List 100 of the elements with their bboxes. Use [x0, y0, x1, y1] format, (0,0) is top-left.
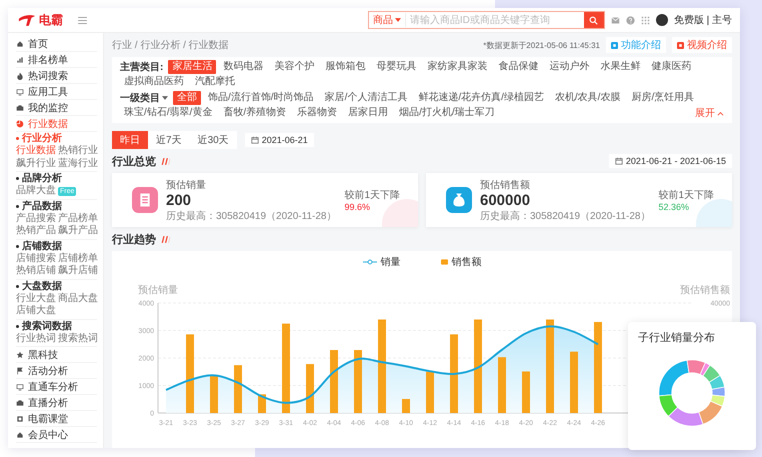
search-button[interactable] — [584, 12, 604, 28]
account-name[interactable]: 免费版 | 主号 — [674, 13, 732, 27]
filter-option[interactable]: 厨房/烹饪用具 — [627, 91, 698, 105]
sidebar-link[interactable]: 飙升行业 — [16, 158, 56, 170]
filter-option[interactable]: 乐器物资 — [293, 106, 342, 120]
sidebar-link[interactable]: 飙升店铺 — [58, 265, 98, 278]
grid-icon[interactable] — [640, 16, 650, 24]
filter-option[interactable]: 美容个护 — [270, 60, 318, 74]
section-heading[interactable]: 店铺数据 — [16, 240, 97, 252]
filter-option[interactable]: 虚拟商品医药 — [120, 75, 188, 89]
sidebar-item[interactable]: 黑科技 — [16, 347, 97, 363]
document-icon — [132, 187, 158, 213]
sidebar-link[interactable]: 行业热词 — [16, 332, 56, 345]
sidebar-link[interactable]: 产品搜索 — [16, 212, 56, 225]
filter-option[interactable]: 烟品/打火机/瑞士军刀 — [395, 106, 499, 120]
section-heading[interactable]: 行业分析 — [16, 132, 97, 145]
sidebar-item[interactable]: 直通车分析 — [16, 379, 97, 395]
period-tab[interactable]: 近7天 — [148, 131, 190, 149]
sidebar-item[interactable]: 排名榜单 — [16, 52, 97, 68]
sidebar-link[interactable]: 店铺搜索 — [16, 252, 56, 265]
sidebar-item[interactable]: 直播分析 — [16, 395, 97, 411]
filter-option[interactable]: 汽配摩托 — [191, 75, 239, 89]
filter-option[interactable]: 家居生活 — [168, 60, 216, 74]
info-icon — [611, 42, 618, 48]
sidebar-link[interactable]: 搜索热词 — [58, 332, 98, 345]
avatar[interactable] — [656, 14, 668, 26]
filter-option[interactable]: 畜牧/养殖物资 — [219, 106, 290, 120]
sidebar-link[interactable]: 行业数据 — [16, 145, 56, 158]
monitor-icon — [16, 88, 24, 96]
legend-label: 销量 — [380, 256, 400, 269]
filter-option[interactable]: 水果生鲜 — [596, 60, 644, 74]
filter-option[interactable]: 数码电器 — [219, 60, 268, 74]
period-tab[interactable]: 昨日 — [112, 131, 148, 149]
pie-chart-icon — [16, 120, 24, 128]
filter-option[interactable]: 居家日用 — [344, 106, 392, 120]
bar — [570, 352, 578, 413]
sidebar-item[interactable]: 我的监控 — [16, 100, 97, 116]
sidebar-link[interactable]: 热销店铺 — [16, 265, 56, 278]
section-heading[interactable]: 搜索词数据 — [16, 320, 97, 332]
section-heading[interactable]: 产品数据 — [16, 200, 97, 212]
sidebar-link[interactable]: 店铺榜单 — [58, 252, 98, 265]
sidebar-link[interactable]: 行业大盘 — [16, 292, 56, 305]
filter-option[interactable]: 家居/个人清洁工具 — [320, 91, 412, 105]
filter-option[interactable]: 全部 — [173, 91, 201, 105]
sidebar-link[interactable]: 热销行业 — [58, 145, 98, 158]
record-text: 历史最高：305820419（2020-11-28） — [480, 210, 650, 222]
donut-drawing — [658, 360, 726, 426]
help-icon[interactable] — [626, 16, 635, 24]
filter-option[interactable]: 鲜花速递/花卉仿真/绿植园艺 — [414, 91, 548, 105]
flag-icon — [16, 366, 24, 374]
filter-option[interactable]: 家纺家具家装 — [423, 60, 492, 74]
filter-dropdown[interactable]: 一级类目 — [120, 91, 168, 105]
filter-option[interactable]: 运动户外 — [545, 60, 594, 74]
stat-value: 600000 — [480, 192, 532, 208]
stat-label: 预估销售额 — [480, 178, 531, 192]
sidebar-item[interactable]: 行业数据 — [16, 116, 97, 132]
section-title: 行业总览 — [112, 154, 156, 168]
money-bag-icon — [446, 187, 472, 213]
section-heading[interactable]: 品牌分析 — [16, 172, 97, 185]
filter-option[interactable]: 健康医药 — [647, 60, 696, 74]
filter-option[interactable]: 珠宝/钻石/翡翠/黄金 — [120, 106, 216, 120]
sidebar-link[interactable]: 蓝海行业 — [58, 158, 98, 170]
sidebar-link[interactable]: 品牌大盘 — [16, 185, 56, 198]
search-field[interactable]: 商品 请输入商品ID或商品关键字查询 — [368, 11, 605, 29]
bar — [234, 365, 242, 413]
menu-icon[interactable] — [78, 16, 87, 24]
sidebar-item[interactable]: 首页 — [16, 36, 97, 52]
sidebar-link[interactable]: 店铺大盘 — [16, 305, 56, 318]
record-text: 历史最高：305820419（2020-11-28） — [166, 210, 336, 222]
period-tab[interactable]: 近30天 — [190, 131, 237, 149]
sidebar-item[interactable]: 热词搜索 — [16, 68, 97, 84]
bar — [354, 350, 362, 413]
sidebar-link[interactable]: 热销产品 — [16, 225, 56, 238]
sidebar-item[interactable]: 活动分析 — [16, 363, 97, 379]
filter-option[interactable]: 食品保健 — [494, 60, 542, 74]
section-heading[interactable]: 大盘数据 — [16, 280, 97, 292]
bar — [306, 364, 314, 413]
date-range-picker[interactable]: 2021-06-21 - 2021-06-15 — [608, 154, 732, 168]
message-icon[interactable] — [610, 16, 620, 24]
filter-option[interactable]: 农机/农具/农膜 — [550, 91, 624, 105]
help-button[interactable]: 视频介绍 — [672, 37, 732, 53]
house-icon — [16, 40, 24, 48]
bar — [498, 357, 506, 413]
filter-option[interactable]: 母婴玩具 — [372, 60, 420, 74]
flame-icon — [16, 72, 24, 80]
sidebar-item[interactable]: 会员中心 — [16, 427, 97, 443]
sidebar-item[interactable]: 应用工具 — [16, 84, 97, 100]
sidebar-item[interactable]: 电霸课堂 — [16, 411, 97, 427]
sidebar-link[interactable]: 飙升产品 — [58, 225, 98, 238]
calendar-icon — [250, 136, 259, 144]
bar-legend-icon — [440, 259, 448, 265]
filter-option[interactable]: 服饰箱包 — [321, 60, 370, 74]
date-picker[interactable]: 2021-06-21 — [244, 133, 314, 147]
filter-option[interactable]: 饰品/流行首饰/时尚饰品 — [204, 91, 318, 105]
card-title: 子行业销量分布 — [638, 331, 715, 345]
change-value: 52.36% — [658, 202, 690, 212]
expand-link[interactable]: 展开 — [695, 106, 724, 120]
sidebar-link[interactable]: 产品榜单 — [58, 212, 98, 225]
sidebar-link[interactable]: 商品大盘 — [58, 292, 98, 305]
line-legend-icon — [362, 259, 376, 265]
